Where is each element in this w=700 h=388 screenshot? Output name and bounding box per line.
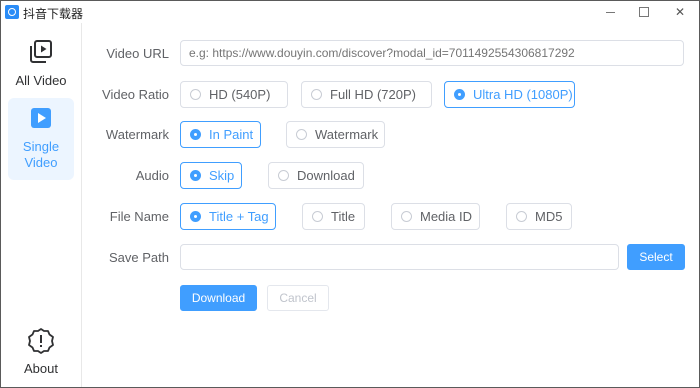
ratio-option-full-hd-720p[interactable]: Full HD (720P) (301, 81, 432, 108)
radio-label: Ultra HD (1080P) (473, 87, 573, 102)
cancel-button[interactable]: Cancel (267, 285, 329, 311)
title-bar: 抖音下载器 ✕ (1, 1, 699, 23)
radio-label: Download (297, 168, 355, 183)
video-url-input[interactable] (180, 40, 684, 66)
radio-label: Full HD (720P) (330, 87, 416, 102)
save-path-label: Save Path (109, 250, 169, 265)
sidebar-item-all-video[interactable]: All Video (8, 33, 74, 97)
file-name-option-title[interactable]: Title (302, 203, 365, 230)
radio-circle (296, 129, 307, 140)
file-name-option-md5[interactable]: MD5 (506, 203, 572, 230)
video-ratio-label: Video Ratio (102, 87, 169, 102)
sidebar-item-label-line1: Single (22, 139, 60, 154)
audio-label: Audio (135, 168, 169, 183)
radio-label: Title (331, 209, 356, 224)
sidebar-item-label: All Video (15, 73, 67, 88)
radio-label: Skip (209, 168, 235, 183)
video-library-icon (30, 40, 52, 63)
maximize-button[interactable] (627, 1, 661, 23)
radio-circle (190, 170, 201, 181)
play-square-icon (31, 108, 51, 128)
select-path-button[interactable]: Select (627, 244, 685, 270)
ratio-option-hd-540p[interactable]: HD (540P) (180, 81, 288, 108)
radio-label: Title + Tag (209, 209, 269, 224)
download-button[interactable]: Download (180, 285, 257, 311)
radio-circle (312, 211, 323, 222)
radio-label: HD (540P) (209, 87, 271, 102)
radio-circle (454, 89, 465, 100)
ratio-option-ultra-hd-1080p[interactable]: Ultra HD (1080P) (444, 81, 575, 108)
window-title: 抖音下载器 (23, 7, 84, 21)
app-logo-icon (5, 5, 19, 19)
save-path-input[interactable] (180, 244, 619, 270)
radio-circle (190, 211, 201, 222)
sidebar-item-single-video[interactable]: Single Video (8, 98, 74, 180)
watermark-label: Watermark (105, 127, 169, 142)
radio-circle (190, 129, 201, 140)
sidebar-item-label-line2: Video (24, 155, 58, 170)
radio-label: MD5 (535, 209, 563, 224)
sidebar-item-about[interactable]: About (8, 323, 74, 383)
minimize-button[interactable] (593, 1, 627, 23)
audio-option-download[interactable]: Download (268, 162, 364, 189)
app-window: 抖音下载器 ✕ All Video Single Video About Vid… (0, 0, 700, 388)
radio-label: In Paint (209, 127, 254, 142)
radio-label: Watermark (315, 127, 379, 142)
file-name-option-title-tag[interactable]: Title + Tag (180, 203, 276, 230)
radio-circle (311, 89, 322, 100)
watermark-option-watermark[interactable]: Watermark (286, 121, 385, 148)
radio-circle (401, 211, 412, 222)
radio-circle (190, 89, 201, 100)
sidebar-item-label: About (24, 361, 58, 376)
watermark-option-in-paint[interactable]: In Paint (180, 121, 261, 148)
file-name-label: File Name (109, 209, 169, 224)
file-name-option-media-id[interactable]: Media ID (391, 203, 480, 230)
audio-option-skip[interactable]: Skip (180, 162, 242, 189)
radio-circle (516, 211, 527, 222)
radio-circle (278, 170, 289, 181)
sidebar: All Video Single Video About (1, 23, 82, 387)
video-url-label: Video URL (106, 46, 169, 61)
radio-label: Media ID (420, 209, 473, 224)
close-button[interactable]: ✕ (663, 1, 697, 23)
info-alert-icon (28, 328, 54, 354)
